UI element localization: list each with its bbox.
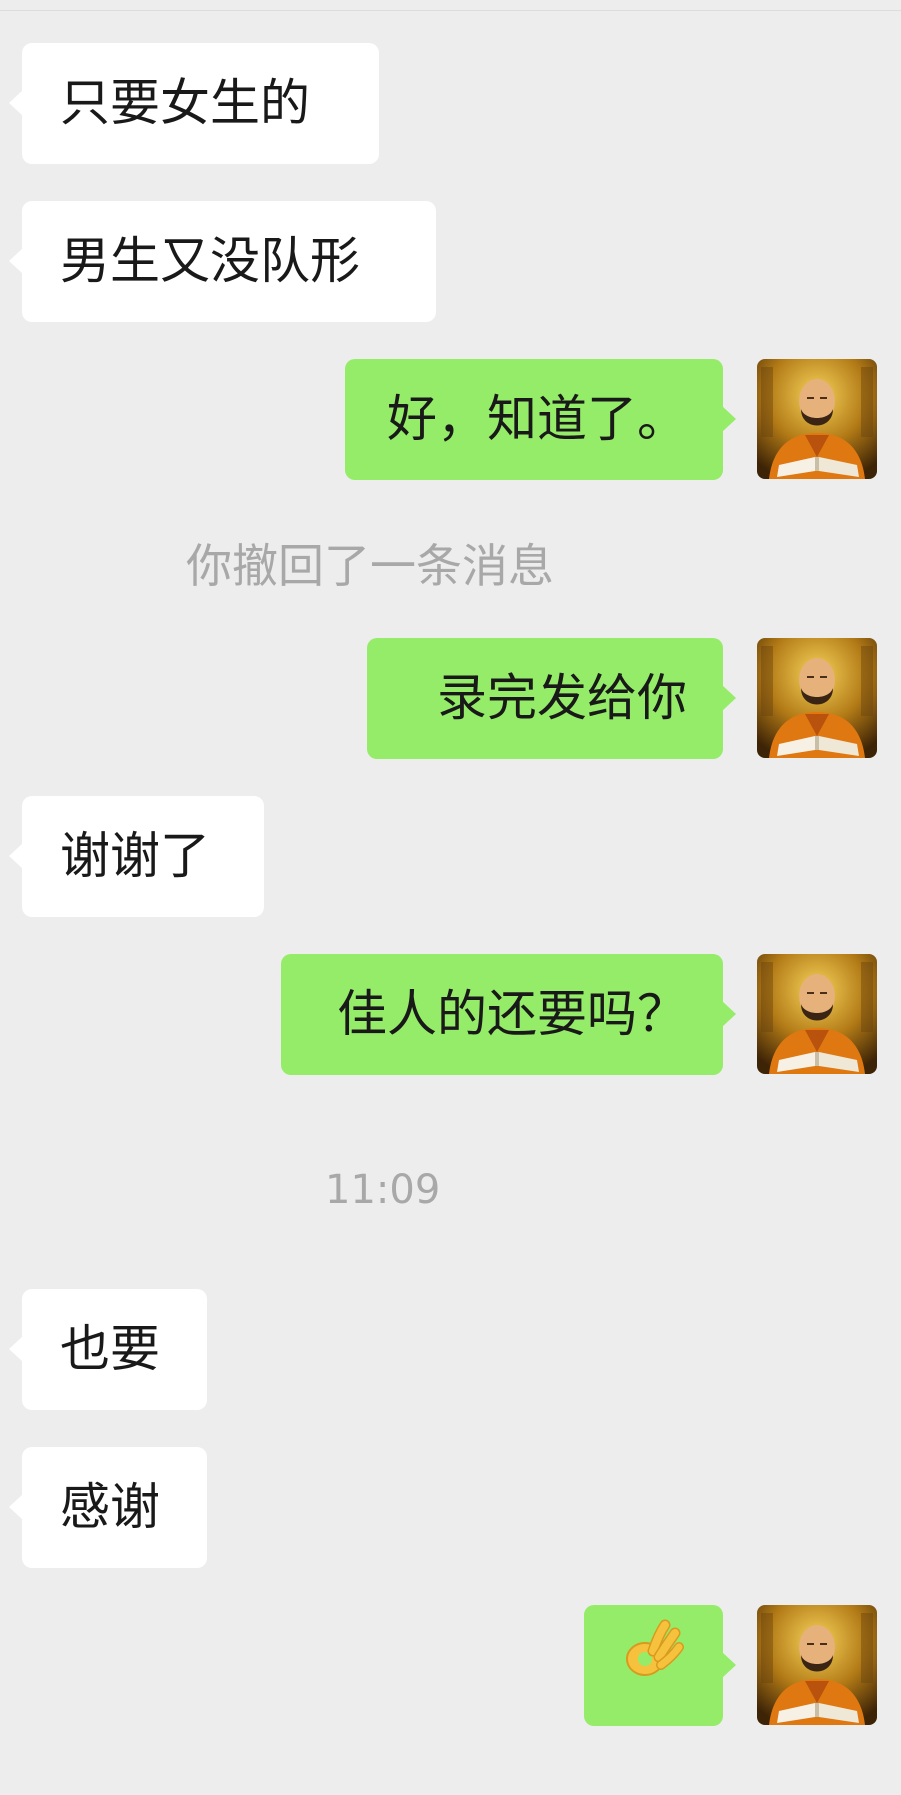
avatar[interactable]: [757, 1605, 877, 1725]
avatar-photo-icon: [757, 638, 877, 758]
avatar-photo-icon: [757, 954, 877, 1074]
top-divider: [0, 10, 901, 11]
message-bubble-received[interactable]: 只要女生的: [9, 43, 379, 164]
avatar[interactable]: [757, 638, 877, 758]
message-bubble-sent[interactable]: 好，知道了。: [345, 359, 736, 480]
recall-notice[interactable]: 你撤回了一条消息: [186, 530, 554, 596]
message-bubble-sent[interactable]: 录完发给你: [367, 638, 736, 759]
message-bubble-received[interactable]: 谢谢了: [9, 796, 264, 917]
message-bubble-received[interactable]: 也要: [9, 1289, 207, 1410]
message-bubble-sent[interactable]: [584, 1604, 736, 1726]
timestamp: 11:09: [325, 1167, 441, 1213]
ok-hand-emoji-icon: [623, 1604, 685, 1725]
message-bubble-sent[interactable]: 佳人的还要吗？: [281, 954, 736, 1075]
avatar-photo-icon: [757, 1605, 877, 1725]
avatar[interactable]: [757, 954, 877, 1074]
message-bubble-received[interactable]: 男生又没队形: [9, 201, 436, 322]
avatar[interactable]: [757, 359, 877, 479]
avatar-photo-icon: [757, 359, 877, 479]
message-bubble-received[interactable]: 感谢: [9, 1447, 207, 1568]
